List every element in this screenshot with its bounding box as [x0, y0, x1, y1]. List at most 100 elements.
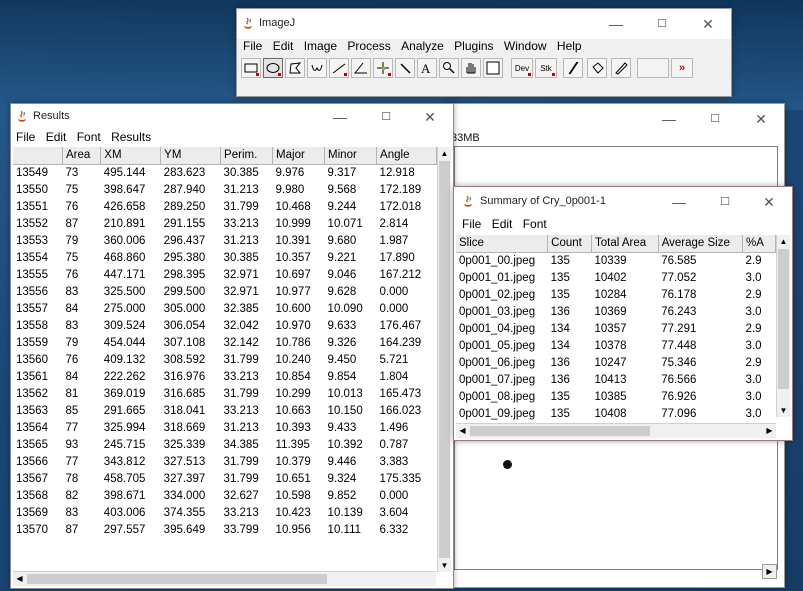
summary-hscroll-thumb[interactable]: [470, 426, 650, 436]
color-picker-tool[interactable]: [483, 58, 503, 78]
table-row[interactable]: 13566 77 343.812 327.513 31.799 10.379 9.446 3.…: [13, 454, 437, 471]
summary-vertical-scrollbar[interactable]: ▲ ▼: [776, 235, 790, 417]
image-window-minimize-button[interactable]: —: [646, 104, 692, 134]
results-titlebar[interactable]: Results — ☐ ✕: [11, 104, 453, 130]
table-row[interactable]: 13564 77 325.994 318.669 31.213 10.393 9.433 1.…: [13, 420, 437, 437]
menu-plugins[interactable]: Plugins: [454, 39, 493, 53]
imagej-close-button[interactable]: ✕: [685, 9, 731, 39]
imagej-minimize-button[interactable]: —: [593, 9, 639, 39]
line-tool[interactable]: [329, 58, 349, 78]
results-vertical-scrollbar[interactable]: ▲ ▼: [437, 147, 451, 572]
results-maximize-button[interactable]: ☐: [363, 104, 409, 130]
table-row[interactable]: 0p001_09.jpeg 135 10408 77.096 3.0: [456, 406, 776, 423]
menu-image[interactable]: Image: [304, 39, 337, 53]
table-row[interactable]: 13554 75 468.860 295.380 30.385 10.357 9.221 17…: [13, 250, 437, 267]
results-menu-font[interactable]: Font: [77, 130, 101, 144]
menu-edit[interactable]: Edit: [273, 39, 294, 53]
summary-menu-edit[interactable]: Edit: [492, 217, 513, 231]
table-row[interactable]: 13552 87 210.891 291.155 33.213 10.999 10.071 2…: [13, 216, 437, 233]
table-row[interactable]: 0p001_06.jpeg 136 10247 75.346 2.9: [456, 355, 776, 372]
results-column-header[interactable]: Major: [272, 147, 326, 165]
summary-horizontal-scrollbar[interactable]: ◀ ▶: [456, 423, 776, 438]
pencil-tool[interactable]: [611, 58, 631, 78]
results-close-button[interactable]: ✕: [407, 104, 453, 130]
stk-menu[interactable]: Stk: [535, 58, 557, 78]
summary-column-header[interactable]: Total Area: [591, 235, 659, 253]
polygon-tool[interactable]: [285, 58, 305, 78]
menu-window[interactable]: Window: [504, 39, 547, 53]
table-row[interactable]: 13555 76 447.171 298.395 32.971 10.697 9.046 16…: [13, 267, 437, 284]
table-row[interactable]: 13551 76 426.658 289.250 31.799 10.468 9.244 17…: [13, 199, 437, 216]
summary-column-header[interactable]: Slice: [456, 235, 549, 253]
table-row[interactable]: 0p001_07.jpeg 136 10413 76.566 3.0: [456, 372, 776, 389]
flood-fill-tool[interactable]: [587, 58, 607, 78]
results-column-header[interactable]: [13, 147, 63, 165]
menu-help[interactable]: Help: [557, 39, 582, 53]
menu-process[interactable]: Process: [347, 39, 390, 53]
rectangle-tool[interactable]: [241, 58, 261, 78]
imagej-maximize-button[interactable]: ☐: [639, 9, 685, 39]
results-menu-results[interactable]: Results: [111, 130, 151, 144]
table-row[interactable]: 13559 79 454.044 307.108 32.142 10.786 9.326 16…: [13, 335, 437, 352]
table-row[interactable]: 13549 73 495.144 283.623 30.385 9.976 9.317 12.…: [13, 165, 437, 183]
results-menu-file[interactable]: File: [16, 130, 35, 144]
oval-tool[interactable]: [263, 58, 283, 78]
table-row[interactable]: 13569 83 403.006 374.355 33.213 10.423 10.139 3…: [13, 505, 437, 522]
results-minimize-button[interactable]: —: [317, 104, 363, 130]
table-row[interactable]: 13553 79 360.006 296.437 31.213 10.391 9.680 1.…: [13, 233, 437, 250]
results-table-container[interactable]: Area XM YM Perim. Major Minor Angle 13549 73 495…: [13, 147, 437, 572]
menu-file[interactable]: File: [243, 39, 262, 53]
results-column-header[interactable]: Minor: [324, 147, 378, 165]
table-row[interactable]: 13561 84 222.262 316.976 33.213 10.854 9.854 1.…: [13, 369, 437, 386]
summary-column-header[interactable]: Count: [547, 235, 593, 253]
wand-tool[interactable]: [395, 58, 415, 78]
table-row[interactable]: 0p001_05.jpeg 134 10378 77.448 3.0: [456, 338, 776, 355]
image-window-maximize-button[interactable]: ☐: [692, 104, 738, 134]
table-row[interactable]: 13568 82 398.671 334.000 32.627 10.598 9.852 0.…: [13, 488, 437, 505]
table-row[interactable]: 13557 84 275.000 305.000 32.385 10.600 10.090 0…: [13, 301, 437, 318]
results-column-header[interactable]: XM: [100, 147, 162, 165]
summary-close-button[interactable]: ✕: [746, 187, 792, 217]
image-window-titlebar[interactable]: — ☐ ✕: [446, 104, 784, 134]
summary-maximize-button[interactable]: ☐: [702, 187, 748, 217]
imagej-titlebar[interactable]: ImageJ — ☐ ✕: [237, 9, 731, 39]
more-tools-button[interactable]: »: [671, 58, 693, 78]
menu-analyze[interactable]: Analyze: [401, 39, 444, 53]
table-row[interactable]: 0p001_04.jpeg 134 10357 77.291 2.9: [456, 321, 776, 338]
text-tool[interactable]: A: [417, 58, 437, 78]
summary-scroll-thumb[interactable]: [778, 249, 789, 389]
table-row[interactable]: 0p001_00.jpeg 135 10339 76.585 2.9: [456, 253, 776, 271]
table-row[interactable]: 13567 78 458.705 327.397 31.799 10.651 9.324 17…: [13, 471, 437, 488]
results-column-header[interactable]: Area: [62, 147, 102, 165]
results-scroll-thumb[interactable]: [439, 161, 450, 558]
scroll-right-icon[interactable]: ▶: [763, 424, 776, 437]
table-row[interactable]: 13556 83 325.500 299.500 32.971 10.977 9.628 0.…: [13, 284, 437, 301]
summary-table-container[interactable]: Slice Count Total Area Average Size %A 0p001…: [456, 235, 776, 431]
summary-column-header[interactable]: Average Size: [658, 235, 744, 253]
image-scroll-right-icon[interactable]: ▶: [762, 564, 777, 579]
results-column-header[interactable]: Angle: [376, 147, 437, 165]
scroll-down-icon[interactable]: ▼: [777, 404, 790, 417]
point-tool[interactable]: [373, 58, 393, 78]
table-row[interactable]: 13558 83 309.524 306.054 32.042 10.970 9.633 17…: [13, 318, 437, 335]
results-menu-edit[interactable]: Edit: [46, 130, 67, 144]
results-column-header[interactable]: Perim.: [220, 147, 274, 165]
table-row[interactable]: 13565 93 245.715 325.339 34.385 11.395 10.392 0…: [13, 437, 437, 454]
summary-minimize-button[interactable]: —: [656, 187, 702, 217]
summary-menu-font[interactable]: Font: [523, 217, 547, 231]
results-hscroll-thumb[interactable]: [27, 574, 327, 584]
freehand-tool[interactable]: [307, 58, 327, 78]
image-window-close-button[interactable]: ✕: [738, 104, 784, 134]
table-row[interactable]: 13562 81 369.019 316.685 31.799 10.299 10.013 1…: [13, 386, 437, 403]
table-row[interactable]: 0p001_01.jpeg 135 10402 77.052 3.0: [456, 270, 776, 287]
scroll-left-icon[interactable]: ◀: [456, 424, 469, 437]
brush-tool[interactable]: [563, 58, 583, 78]
summary-column-header[interactable]: %A: [742, 235, 776, 253]
table-row[interactable]: 13560 76 409.132 308.592 31.799 10.240 9.450 5.…: [13, 352, 437, 369]
summary-menu-file[interactable]: File: [462, 217, 481, 231]
table-row[interactable]: 13563 85 291.665 318.041 33.213 10.663 10.150 1…: [13, 403, 437, 420]
hand-tool[interactable]: [461, 58, 481, 78]
table-row[interactable]: 0p001_03.jpeg 136 10369 76.243 3.0: [456, 304, 776, 321]
scroll-up-icon[interactable]: ▲: [438, 147, 451, 160]
table-row[interactable]: 0p001_08.jpeg 135 10385 76.926 3.0: [456, 389, 776, 406]
